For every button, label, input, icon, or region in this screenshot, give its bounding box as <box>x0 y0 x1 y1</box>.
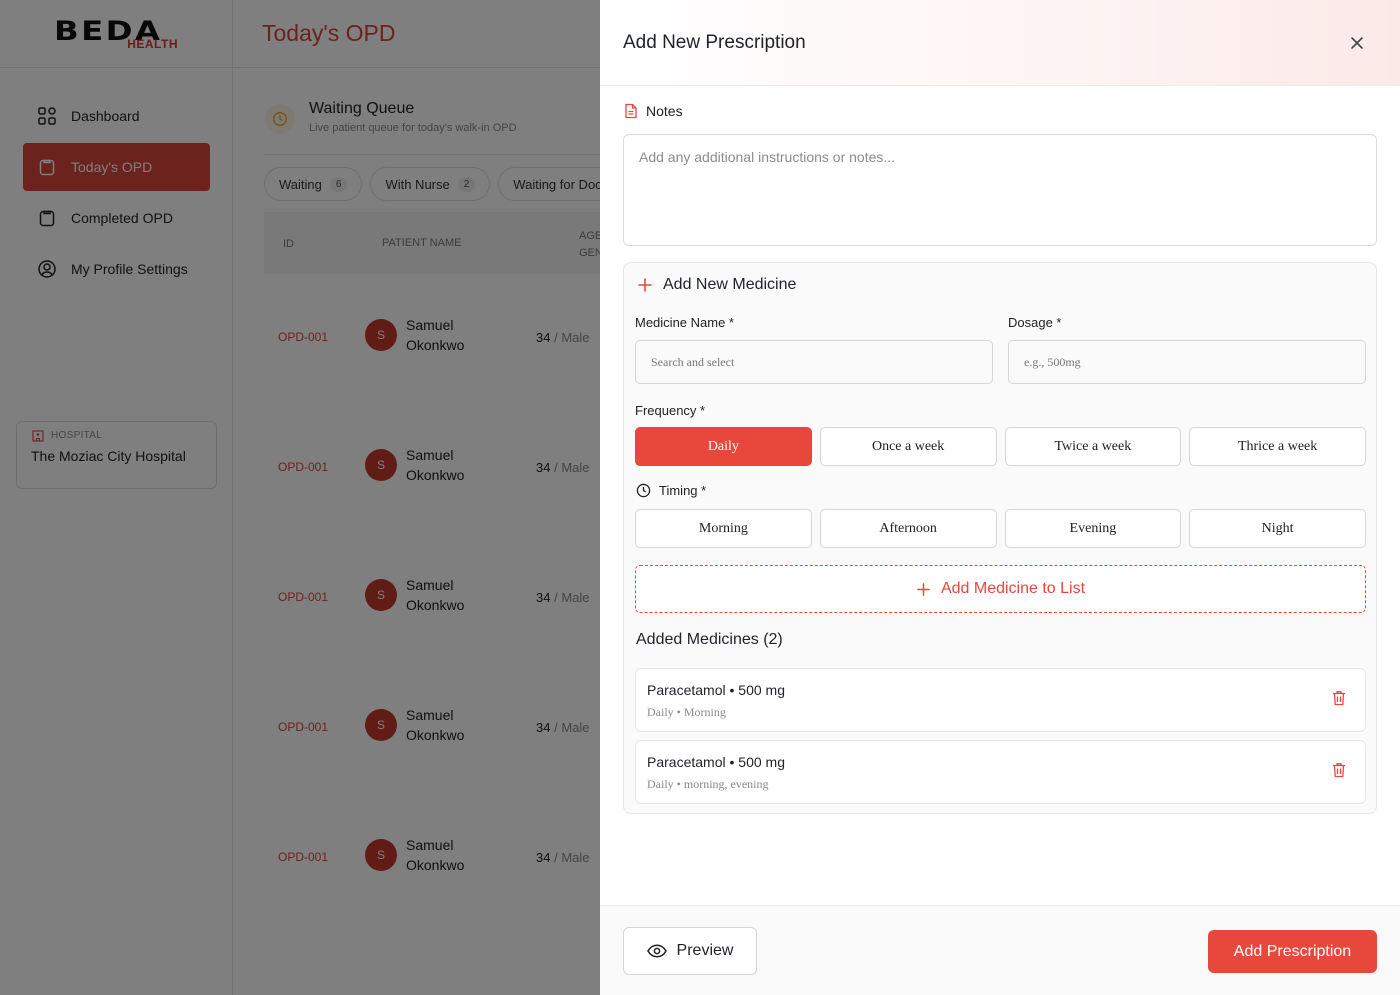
eye-icon <box>646 944 667 958</box>
dosage-input[interactable] <box>1008 340 1366 384</box>
timing-option-evening[interactable]: Evening <box>1004 509 1182 548</box>
frequency-option-twice-a-week[interactable]: Twice a week <box>1004 427 1182 466</box>
preview-button[interactable]: Preview <box>623 927 757 975</box>
close-button[interactable] <box>1344 30 1370 56</box>
trash-icon <box>1333 691 1345 706</box>
close-icon <box>1351 37 1363 49</box>
frequency-option-daily[interactable]: Daily <box>635 427 812 466</box>
delete-medicine-button[interactable] <box>1329 759 1349 781</box>
add-medicine-to-list-button[interactable]: Add Medicine to List <box>635 565 1366 613</box>
add-medicine-title-row: Add New Medicine <box>637 276 796 294</box>
frequency-option-thrice-a-week[interactable]: Thrice a week <box>1189 427 1366 466</box>
add-medicine-card: Add New Medicine Medicine Name * Dosage … <box>623 262 1377 814</box>
notes-label: Notes <box>646 103 683 119</box>
trash-icon <box>1333 763 1345 778</box>
added-medicine-name-row: Paracetamol • 500 mg <box>647 682 785 698</box>
notes-label-row: Notes <box>624 103 683 119</box>
added-medicines-title: Added Medicines (2) <box>636 631 783 648</box>
frequency-label: Frequency * <box>635 403 706 418</box>
add-medicine-to-list-label: Add Medicine to List <box>940 580 1086 597</box>
drawer-header: Add New Prescription <box>600 0 1400 86</box>
timing-options: Morning Afternoon Evening Night <box>635 509 1366 548</box>
drawer-title: Add New Prescription <box>623 32 806 53</box>
timing-option-afternoon[interactable]: Afternoon <box>819 509 997 548</box>
notes-textarea[interactable] <box>623 134 1377 246</box>
plus-icon <box>638 278 652 292</box>
medicine-schedule: Daily • Morning <box>647 705 726 719</box>
clock-icon <box>636 483 651 498</box>
drawer-footer: Preview Add Prescription <box>600 905 1400 995</box>
medicine-name: Paracetamol <box>647 682 726 698</box>
medicine-name-label: Medicine Name * <box>635 315 734 330</box>
medicine-schedule: Daily • morning, evening <box>647 777 769 791</box>
medicine-name: Paracetamol <box>647 754 726 770</box>
medicine-dose: 500 mg <box>738 754 785 770</box>
dosage-label: Dosage * <box>1008 315 1062 330</box>
plus-icon <box>917 582 930 596</box>
medicine-name-input[interactable] <box>635 340 993 384</box>
delete-medicine-button[interactable] <box>1329 687 1349 709</box>
timing-label: Timing * <box>659 483 707 498</box>
medicine-dose: 500 mg <box>738 682 785 698</box>
timing-option-morning[interactable]: Morning <box>635 509 812 548</box>
frequency-option-once-a-week[interactable]: Once a week <box>819 427 997 466</box>
timing-option-night[interactable]: Night <box>1189 509 1366 548</box>
timing-label-row: Timing * <box>636 483 706 498</box>
add-prescription-button[interactable]: Add Prescription <box>1208 930 1377 973</box>
added-medicine-item: Paracetamol • 500 mg Daily • morning, ev… <box>635 740 1366 804</box>
document-icon <box>625 103 637 119</box>
prescription-drawer: Add New Prescription Notes Add New Medic… <box>600 0 1400 995</box>
added-medicine-item: Paracetamol • 500 mg Daily • Morning <box>635 668 1366 732</box>
add-medicine-title: Add New Medicine <box>663 276 797 293</box>
preview-label: Preview <box>676 942 734 959</box>
added-medicine-name-row: Paracetamol • 500 mg <box>647 754 785 770</box>
frequency-options: Daily Once a week Twice a week Thrice a … <box>635 427 1366 466</box>
